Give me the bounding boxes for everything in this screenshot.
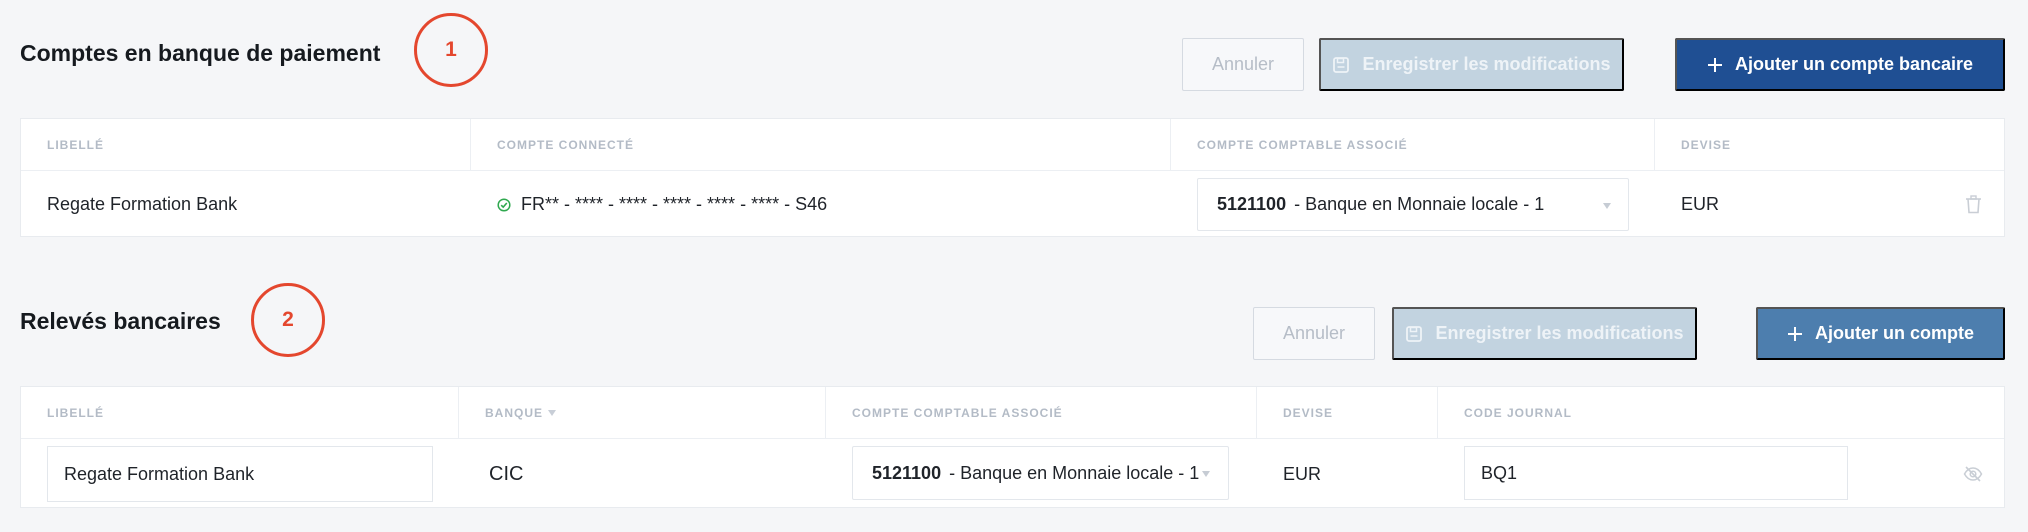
table-row: Regate Formation Bank FR** - **** - ****…	[21, 171, 2004, 238]
hide-button[interactable]	[1962, 463, 1984, 485]
payment-accounts-title: Comptes en banque de paiement	[20, 40, 381, 66]
column-header-label: LIBELLÉ	[47, 138, 104, 152]
connected-account-cell: FR** - **** - **** - **** - **** - **** …	[497, 171, 827, 238]
save-changes-label: Enregistrer les modifications	[1435, 323, 1684, 343]
annotation-marker-1: 1	[414, 13, 488, 87]
add-bank-account-button[interactable]: Ajouter un compte bancaire	[1675, 38, 2005, 91]
column-header-bank[interactable]: BANQUE	[458, 387, 825, 439]
account-name: - Banque en Monnaie locale - 1	[1294, 194, 1545, 214]
label-input[interactable]: Regate Formation Bank	[47, 446, 433, 502]
column-header-accounting-account: COMPTE COMPTABLE ASSOCIÉ	[825, 387, 1256, 439]
cancel-button-label: Annuler	[1282, 323, 1346, 343]
account-name: - Banque en Monnaie locale - 1	[949, 462, 1200, 483]
add-bank-account-label: Ajouter un compte bancaire	[1734, 54, 1974, 74]
account-code: 5121100	[872, 462, 942, 483]
table-header: LIBELLÉ BANQUE COMPTE COMPTABLE ASSOCIÉ …	[21, 387, 2004, 439]
column-header-bank-label: BANQUE	[485, 406, 544, 420]
chevron-down-icon	[1202, 471, 1210, 477]
accounting-account-select[interactable]: 5121100 - Banque en Monnaie locale - 1	[1197, 178, 1629, 231]
add-account-button[interactable]: Ajouter un compte	[1756, 307, 2005, 360]
table-header: LIBELLÉ COMPTE CONNECTÉ COMPTE COMPTABLE…	[21, 119, 2004, 171]
account-code: 5121100	[1217, 194, 1287, 214]
chevron-down-icon	[1603, 203, 1611, 209]
check-circle-icon	[497, 197, 511, 212]
bank-statements-table: LIBELLÉ BANQUE COMPTE COMPTABLE ASSOCIÉ …	[20, 386, 2005, 508]
column-header-connected-account: COMPTE CONNECTÉ	[470, 119, 1170, 171]
payment-accounts-table: LIBELLÉ COMPTE CONNECTÉ COMPTE COMPTABLE…	[20, 118, 2005, 237]
column-header-accounting-account: COMPTE COMPTABLE ASSOCIÉ	[1170, 119, 1654, 171]
currency-cell: EUR	[1681, 194, 1720, 214]
cancel-button[interactable]: Annuler	[1182, 38, 1304, 91]
trash-icon	[1965, 194, 1981, 213]
cancel-button[interactable]: Annuler	[1253, 307, 1375, 360]
annotation-marker-2: 2	[251, 283, 325, 357]
currency-cell: EUR	[1283, 463, 1322, 484]
column-header-journal-code: CODE JOURNAL	[1437, 387, 2004, 439]
save-changes-label: Enregistrer les modifications	[1362, 54, 1611, 74]
cancel-button-label: Annuler	[1211, 54, 1275, 74]
plus-icon	[1707, 57, 1722, 72]
column-header-currency: DEVISE	[1654, 119, 2004, 171]
connected-account-iban: FR** - **** - **** - **** - **** - **** …	[521, 194, 828, 214]
eye-off-icon	[1963, 466, 1983, 482]
journal-code-input[interactable]: BQ1	[1464, 446, 1848, 500]
save-changes-button[interactable]: Enregistrer les modifications	[1319, 38, 1624, 91]
bank-statements-title: Relevés bancaires	[20, 308, 221, 334]
bank-cell: CIC	[489, 462, 524, 485]
save-changes-button[interactable]: Enregistrer les modifications	[1392, 307, 1697, 360]
caret-down-icon	[548, 410, 557, 416]
column-header-currency: DEVISE	[1256, 387, 1437, 439]
floppy-disk-icon	[1333, 56, 1350, 73]
floppy-disk-icon	[1406, 325, 1423, 342]
accounting-account-select[interactable]: 5121100 - Banque en Monnaie locale - 1	[852, 446, 1229, 500]
plus-icon	[1787, 326, 1802, 341]
row-label: Regate Formation Bank	[47, 194, 238, 214]
add-account-label: Ajouter un compte	[1814, 323, 1974, 343]
column-header-label: LIBELLÉ	[47, 406, 104, 420]
table-row: Regate Formation Bank CIC 5121100 - Banq…	[21, 439, 2004, 509]
delete-button[interactable]	[1962, 193, 1984, 215]
